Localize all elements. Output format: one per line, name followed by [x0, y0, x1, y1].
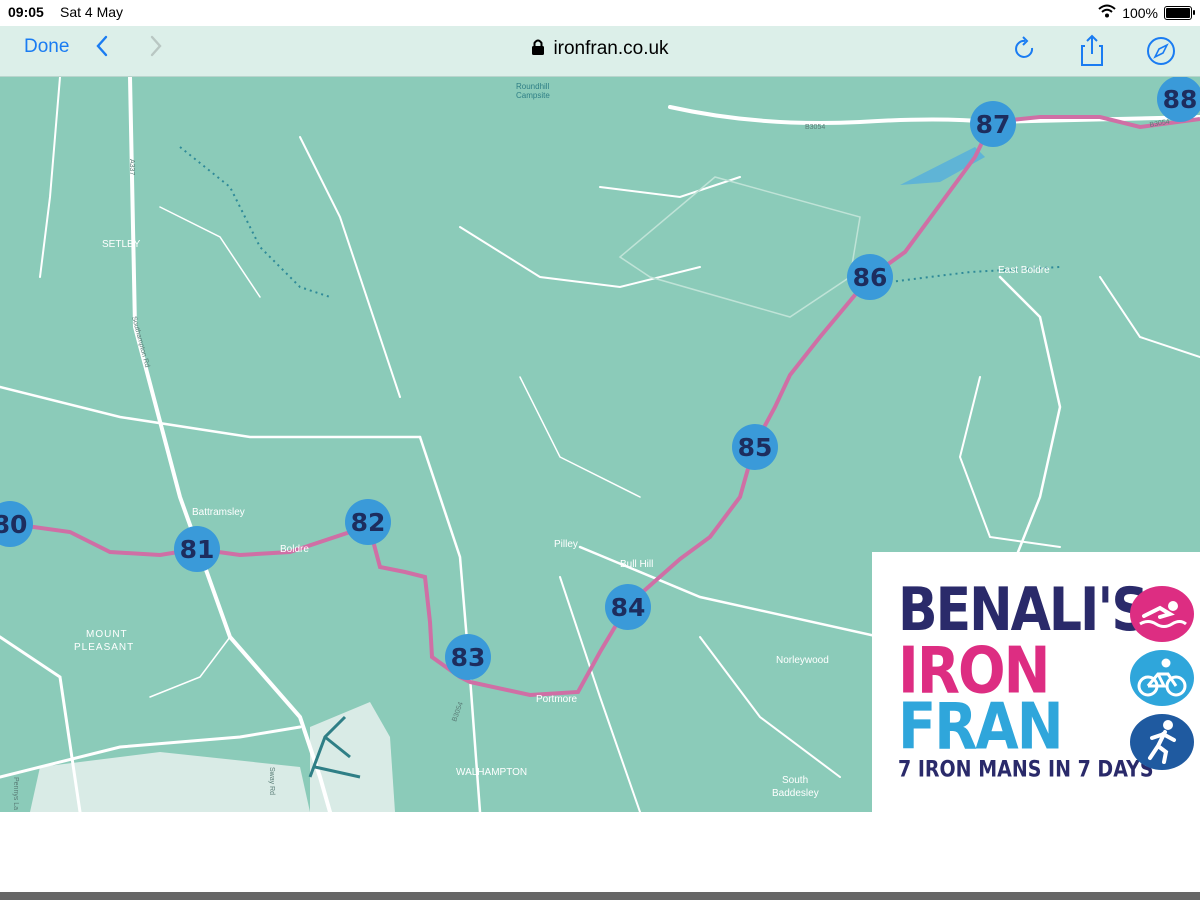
route-marker-81[interactable]: 81	[174, 526, 220, 572]
compass-icon[interactable]	[1145, 34, 1177, 73]
benalis-iron-fran-logo: BENALI'S IRON FRAN 7 IRON MANS IN 7 DAYS	[872, 552, 1200, 812]
place-label: Bull Hill	[620, 559, 653, 570]
run-icon	[1130, 714, 1194, 770]
route-marker-label: 87	[976, 110, 1011, 139]
battery-icon	[1164, 5, 1195, 20]
page-bottom-area	[0, 812, 1200, 892]
logo-line3: FRAN	[898, 690, 1064, 765]
road-label: A337	[128, 159, 135, 175]
place-label: Portmore	[536, 694, 578, 705]
bike-icon	[1130, 650, 1194, 706]
road-label: Pennys La	[12, 777, 19, 810]
status-right: 100%	[1098, 4, 1195, 21]
share-icon[interactable]	[1078, 34, 1106, 73]
place-label: Baddesley	[772, 788, 819, 799]
place-label: Campsite	[516, 91, 550, 100]
place-label: Pilley	[554, 539, 578, 550]
place-label: SETLEY	[102, 239, 141, 250]
place-label: Battramsley	[192, 507, 245, 518]
logo-tagline: 7 IRON MANS IN 7 DAYS	[898, 757, 1154, 783]
page-content: SETLEY Battramsley Boldre MOUNT PLEASANT Pill…	[0, 77, 1200, 812]
place-label: Roundhill	[516, 82, 550, 91]
route-marker-label: 85	[738, 433, 773, 462]
battery-percent: 100%	[1122, 4, 1158, 21]
bottom-bar	[0, 892, 1200, 900]
status-time: 09:05	[8, 4, 44, 20]
road-label: Sway Rd	[268, 767, 275, 795]
route-marker-87[interactable]: 87	[970, 101, 1016, 147]
route-marker-label: 88	[1163, 85, 1198, 114]
place-label: PLEASANT	[74, 642, 134, 653]
route-marker-label: 83	[451, 643, 486, 672]
browser-toolbar: Done ironfran.co.uk	[0, 26, 1200, 77]
place-label: Boldre	[280, 544, 309, 555]
road-label: B3054	[805, 124, 825, 131]
route-marker-label: 81	[180, 535, 215, 564]
route-marker-83[interactable]: 83	[445, 634, 491, 680]
route-marker-82[interactable]: 82	[345, 499, 391, 545]
status-date: Sat 4 May	[60, 4, 124, 20]
place-label: East Boldre	[998, 265, 1050, 276]
route-marker-84[interactable]: 84	[605, 584, 651, 630]
place-label: WALHAMPTON	[456, 767, 527, 778]
route-marker-label: 84	[611, 593, 646, 622]
lock-icon	[531, 38, 545, 62]
place-label: Norleywood	[776, 655, 829, 666]
route-marker-label: 82	[351, 508, 386, 537]
place-label: South	[782, 775, 808, 786]
route-marker-85[interactable]: 85	[732, 424, 778, 470]
wifi-icon	[1098, 4, 1116, 21]
reload-icon[interactable]	[1012, 34, 1038, 69]
route-marker-label: 80	[0, 510, 27, 539]
status-bar: 09:05 Sat 4 May 100%	[0, 0, 1200, 26]
swim-icon	[1130, 586, 1194, 642]
route-marker-86[interactable]: 86	[847, 254, 893, 300]
route-marker-label: 86	[853, 263, 888, 292]
url-text: ironfran.co.uk	[553, 38, 669, 59]
place-label: MOUNT	[86, 629, 128, 640]
